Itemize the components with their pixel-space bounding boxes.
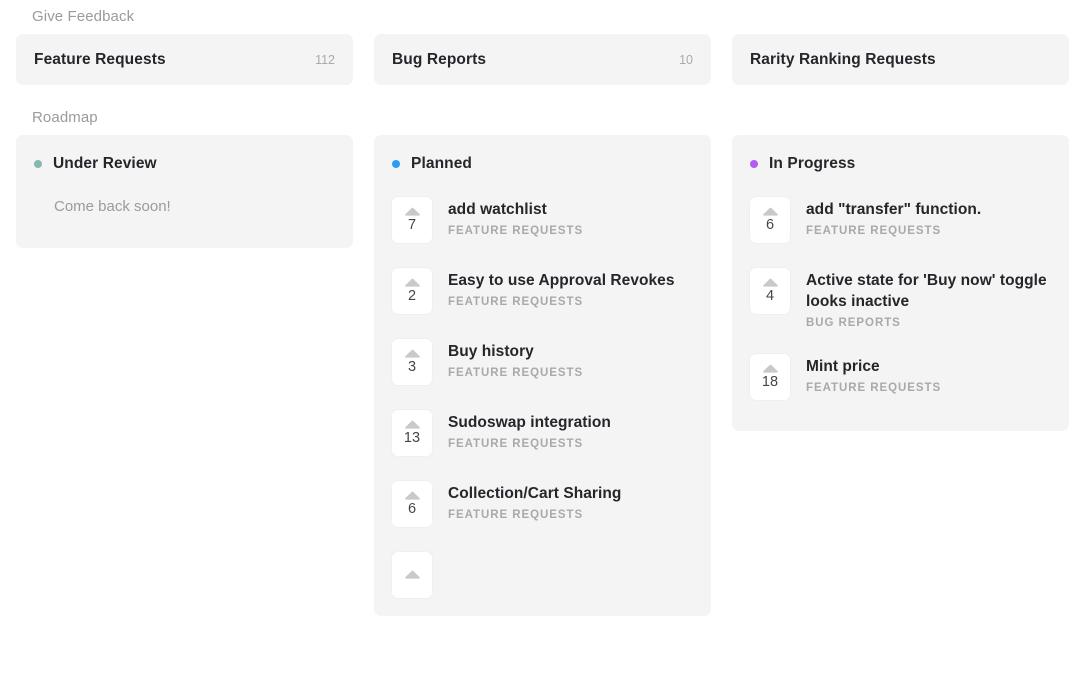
upvote-count: 13 — [404, 431, 420, 446]
roadmap-item[interactable] — [392, 540, 693, 598]
roadmap-item[interactable]: 13 Sudoswap integration Feature Requests — [392, 398, 693, 469]
roadmap-item[interactable]: 3 Buy history Feature Requests — [392, 327, 693, 398]
upvote-arrow-icon — [762, 278, 779, 287]
feedback-board-count: 112 — [315, 53, 335, 67]
roadmap-column-title: In Progress — [769, 155, 855, 173]
roadmap-item[interactable]: 18 Mint price Feature Requests — [750, 342, 1051, 413]
roadmap-item-board-label: Feature Requests — [448, 367, 583, 379]
feedback-boards-grid: Feature Requests 112 Bug Reports 10 Rarity R… — [16, 34, 1064, 85]
roadmap-item[interactable]: 2 Easy to use Approval Revokes Feature Req… — [392, 256, 693, 327]
roadmap-item-board-label: Bug Reports — [806, 317, 1051, 329]
roadmap-empty-message: Come back soon! — [34, 185, 335, 230]
roadmap-column-header: Under Review — [34, 155, 335, 173]
upvote-button[interactable]: 4 — [750, 268, 790, 314]
roadmap-item-body: Active state for 'Buy now' toggle looks … — [806, 268, 1051, 329]
upvote-arrow-icon — [404, 278, 421, 287]
roadmap-item-board-label: Feature Requests — [806, 382, 941, 394]
status-dot-icon — [392, 160, 400, 168]
feedback-board-card[interactable]: Rarity Ranking Requests — [732, 34, 1069, 85]
upvote-count: 4 — [766, 289, 774, 304]
roadmap-item-board-label: Feature Requests — [448, 438, 611, 450]
upvote-button[interactable] — [392, 552, 432, 598]
status-dot-icon — [34, 160, 42, 168]
roadmap-item-title: add "transfer" function. — [806, 199, 981, 220]
roadmap-item-body: Collection/Cart Sharing Feature Requests — [448, 481, 621, 521]
roadmap-item-body: add "transfer" function. Feature Requests — [806, 197, 981, 237]
feedback-board-title: Bug Reports — [392, 51, 486, 69]
roadmap-column: In Progress 6 add "transfer" function. Feat… — [732, 135, 1069, 431]
roadmap-grid: Under Review Come back soon! Planned 7 add w… — [16, 135, 1064, 616]
roadmap-item-title: Mint price — [806, 356, 941, 377]
roadmap-item[interactable]: 6 Collection/Cart Sharing Feature Requests — [392, 469, 693, 540]
roadmap-item-body: Sudoswap integration Feature Requests — [448, 410, 611, 450]
upvote-count: 3 — [408, 360, 416, 375]
feedback-board-title: Rarity Ranking Requests — [750, 51, 936, 69]
upvote-count: 6 — [408, 502, 416, 517]
upvote-count: 7 — [408, 218, 416, 233]
upvote-arrow-icon — [404, 349, 421, 358]
roadmap-item[interactable]: 7 add watchlist Feature Requests — [392, 185, 693, 256]
roadmap-item-title: Collection/Cart Sharing — [448, 483, 621, 504]
roadmap-column: Under Review Come back soon! — [16, 135, 353, 248]
upvote-button[interactable]: 18 — [750, 354, 790, 400]
roadmap-column: Planned 7 add watchlist Feature Requests 2 Ea… — [374, 135, 711, 616]
roadmap-item-board-label: Feature Requests — [806, 225, 981, 237]
feedback-roadmap-page: Give Feedback Feature Requests 112 Bug Rep… — [0, 0, 1080, 682]
upvote-arrow-icon — [762, 207, 779, 216]
roadmap-item-title: Sudoswap integration — [448, 412, 611, 433]
upvote-count: 18 — [762, 375, 778, 390]
upvote-arrow-icon — [762, 364, 779, 373]
roadmap-item-title: Active state for 'Buy now' toggle looks … — [806, 270, 1051, 312]
upvote-count: 2 — [408, 289, 416, 304]
upvote-button[interactable]: 6 — [392, 481, 432, 527]
roadmap-item-board-label: Feature Requests — [448, 225, 583, 237]
upvote-button[interactable]: 7 — [392, 197, 432, 243]
upvote-button[interactable]: 6 — [750, 197, 790, 243]
roadmap-item-title: Buy history — [448, 341, 583, 362]
roadmap-item-body: add watchlist Feature Requests — [448, 197, 583, 237]
feedback-board-card[interactable]: Bug Reports 10 — [374, 34, 711, 85]
roadmap-item-body: Buy history Feature Requests — [448, 339, 583, 379]
upvote-arrow-icon — [404, 207, 421, 216]
roadmap-item-body: Mint price Feature Requests — [806, 354, 941, 394]
upvote-count: 6 — [766, 218, 774, 233]
roadmap-item-body: Easy to use Approval Revokes Feature Requ… — [448, 268, 675, 308]
status-dot-icon — [750, 160, 758, 168]
roadmap-item-board-label: Feature Requests — [448, 509, 621, 521]
roadmap-item-title: Easy to use Approval Revokes — [448, 270, 675, 291]
roadmap-column-title: Planned — [411, 155, 472, 173]
roadmap-column-title: Under Review — [53, 155, 157, 173]
upvote-arrow-icon — [404, 420, 421, 429]
roadmap-item-list: 6 add "transfer" function. Feature Request… — [750, 185, 1051, 413]
feedback-board-count: 10 — [679, 53, 693, 67]
roadmap-item-list: 7 add watchlist Feature Requests 2 Easy to u… — [392, 185, 693, 598]
roadmap-section-label: Roadmap — [16, 85, 1064, 126]
feedback-board-title: Feature Requests — [34, 51, 166, 69]
upvote-button[interactable]: 13 — [392, 410, 432, 456]
upvote-arrow-icon — [404, 491, 421, 500]
roadmap-column-header: Planned — [392, 155, 693, 173]
give-feedback-section-label: Give Feedback — [16, 0, 1064, 25]
feedback-board-card[interactable]: Feature Requests 112 — [16, 34, 353, 85]
roadmap-column-header: In Progress — [750, 155, 1051, 173]
roadmap-item-board-label: Feature Requests — [448, 296, 675, 308]
roadmap-item-title: add watchlist — [448, 199, 583, 220]
upvote-button[interactable]: 2 — [392, 268, 432, 314]
roadmap-item[interactable]: 4 Active state for 'Buy now' toggle looks… — [750, 256, 1051, 342]
roadmap-item[interactable]: 6 add "transfer" function. Feature Request… — [750, 185, 1051, 256]
upvote-button[interactable]: 3 — [392, 339, 432, 385]
upvote-arrow-icon — [404, 570, 421, 579]
